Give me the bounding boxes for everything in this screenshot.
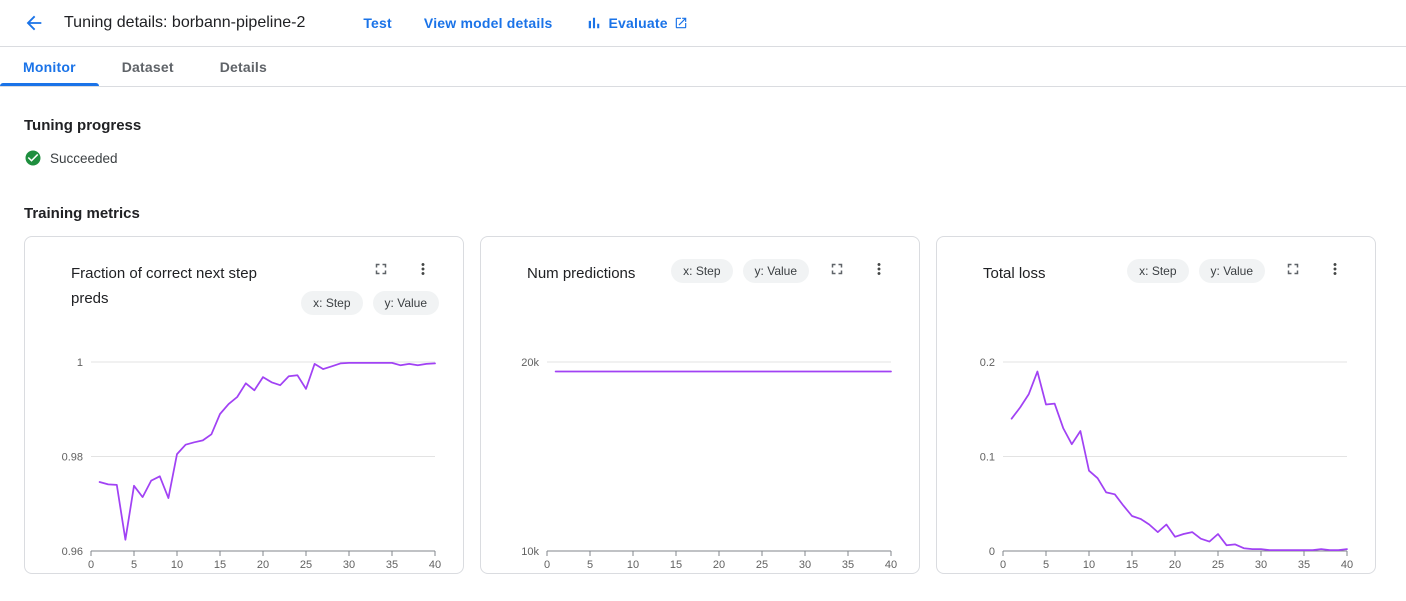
svg-text:15: 15 <box>1126 559 1138 571</box>
training-metrics-heading: Training metrics <box>24 205 1382 222</box>
test-button[interactable]: Test <box>363 15 392 31</box>
tuning-progress-heading: Tuning progress <box>24 117 1382 134</box>
x-axis-chip: x: Step <box>301 291 362 315</box>
svg-text:10: 10 <box>171 559 183 571</box>
svg-text:20: 20 <box>1169 559 1181 571</box>
more-options-button[interactable] <box>1325 259 1345 279</box>
card-header: Fraction of correct next step preds <box>49 259 439 343</box>
svg-text:0.96: 0.96 <box>62 546 83 558</box>
svg-text:0.2: 0.2 <box>980 357 995 369</box>
svg-text:30: 30 <box>799 559 811 571</box>
svg-text:1: 1 <box>77 357 83 369</box>
svg-text:10k: 10k <box>521 546 539 558</box>
svg-text:5: 5 <box>1043 559 1049 571</box>
fullscreen-button[interactable] <box>1283 259 1303 279</box>
svg-text:30: 30 <box>343 559 355 571</box>
svg-text:35: 35 <box>386 559 398 571</box>
line-chart-total-loss[interactable]: 0 0.1 0.2 0 5 10 15 20 25 30 35 40 <box>961 347 1353 575</box>
kebab-menu-icon <box>1326 260 1344 278</box>
card-icon-row <box>371 259 439 279</box>
svg-text:35: 35 <box>1298 559 1310 571</box>
svg-text:20: 20 <box>713 559 725 571</box>
svg-text:0: 0 <box>544 559 550 571</box>
svg-text:40: 40 <box>885 559 897 571</box>
kebab-menu-icon <box>870 260 888 278</box>
svg-text:35: 35 <box>842 559 854 571</box>
card-icon-row <box>827 259 895 279</box>
svg-text:10: 10 <box>627 559 639 571</box>
card-icon-row <box>1283 259 1351 279</box>
svg-text:5: 5 <box>131 559 137 571</box>
x-axis-chip: x: Step <box>1127 259 1188 283</box>
svg-text:20k: 20k <box>521 357 539 369</box>
svg-text:25: 25 <box>1212 559 1224 571</box>
fullscreen-icon <box>1284 260 1302 278</box>
svg-text:0: 0 <box>989 546 995 558</box>
svg-text:20: 20 <box>257 559 269 571</box>
chart-title: Num predictions <box>505 259 671 286</box>
svg-text:0.1: 0.1 <box>980 452 995 464</box>
tab-monitor[interactable]: Monitor <box>0 47 99 86</box>
appbar-actions: Test View model details Evaluate <box>363 14 687 32</box>
card-header: Num predictions x: Step y: Value <box>505 259 895 343</box>
monitor-panel: Tuning progress Succeeded Training metri… <box>0 117 1406 574</box>
y-axis-chip: y: Value <box>743 259 809 283</box>
svg-text:5: 5 <box>587 559 593 571</box>
evaluate-label: Evaluate <box>609 15 668 31</box>
kebab-menu-icon <box>414 260 432 278</box>
axis-chip-row: x: Step y: Value <box>671 259 809 283</box>
metric-card-total-loss: Total loss x: Step y: Value <box>936 236 1376 574</box>
card-header-right: x: Step y: Value <box>301 259 439 315</box>
bar-chart-icon <box>585 14 603 32</box>
svg-text:0: 0 <box>88 559 94 571</box>
svg-text:0: 0 <box>1000 559 1006 571</box>
svg-text:25: 25 <box>756 559 768 571</box>
more-options-button[interactable] <box>413 259 433 279</box>
tab-bar: Monitor Dataset Details <box>0 47 1406 87</box>
fullscreen-button[interactable] <box>827 259 847 279</box>
line-chart-num-predictions[interactable]: 10k 20k 0 5 10 15 20 25 30 35 40 <box>505 347 897 575</box>
tab-details[interactable]: Details <box>197 47 290 86</box>
page-title: Tuning details: borbann-pipeline-2 <box>64 14 305 32</box>
card-header: Total loss x: Step y: Value <box>961 259 1351 343</box>
tab-dataset[interactable]: Dataset <box>99 47 197 86</box>
fullscreen-icon <box>372 260 390 278</box>
back-button[interactable] <box>18 7 50 39</box>
view-model-details-button[interactable]: View model details <box>424 15 553 31</box>
more-options-button[interactable] <box>869 259 889 279</box>
svg-text:0.98: 0.98 <box>62 452 83 464</box>
arrow-back-icon <box>23 12 45 34</box>
svg-text:25: 25 <box>300 559 312 571</box>
y-axis-chip: y: Value <box>1199 259 1265 283</box>
metric-card-num-predictions: Num predictions x: Step y: Value <box>480 236 920 574</box>
y-axis-chip: y: Value <box>373 291 439 315</box>
metric-cards: Fraction of correct next step preds <box>24 236 1382 574</box>
check-circle-icon <box>24 149 42 167</box>
axis-chip-row: x: Step y: Value <box>301 291 439 315</box>
chart-title: Fraction of correct next step preds <box>49 259 281 311</box>
x-axis-chip: x: Step <box>671 259 732 283</box>
evaluate-button[interactable]: Evaluate <box>585 14 688 32</box>
tuning-status-row: Succeeded <box>24 149 1382 167</box>
metric-card-fraction-correct: Fraction of correct next step preds <box>24 236 464 574</box>
svg-text:10: 10 <box>1083 559 1095 571</box>
fullscreen-button[interactable] <box>371 259 391 279</box>
line-chart-fraction-correct[interactable]: 0.960.9810510152025303540 <box>49 347 441 575</box>
chart-title: Total loss <box>961 259 1127 286</box>
svg-text:15: 15 <box>214 559 226 571</box>
svg-text:15: 15 <box>670 559 682 571</box>
svg-text:40: 40 <box>1341 559 1353 571</box>
app-bar: Tuning details: borbann-pipeline-2 Test … <box>0 0 1406 47</box>
svg-text:40: 40 <box>429 559 441 571</box>
axis-chip-row: x: Step y: Value <box>1127 259 1265 283</box>
open-in-new-icon <box>674 16 688 30</box>
tuning-status-text: Succeeded <box>50 151 118 166</box>
fullscreen-icon <box>828 260 846 278</box>
svg-text:30: 30 <box>1255 559 1267 571</box>
